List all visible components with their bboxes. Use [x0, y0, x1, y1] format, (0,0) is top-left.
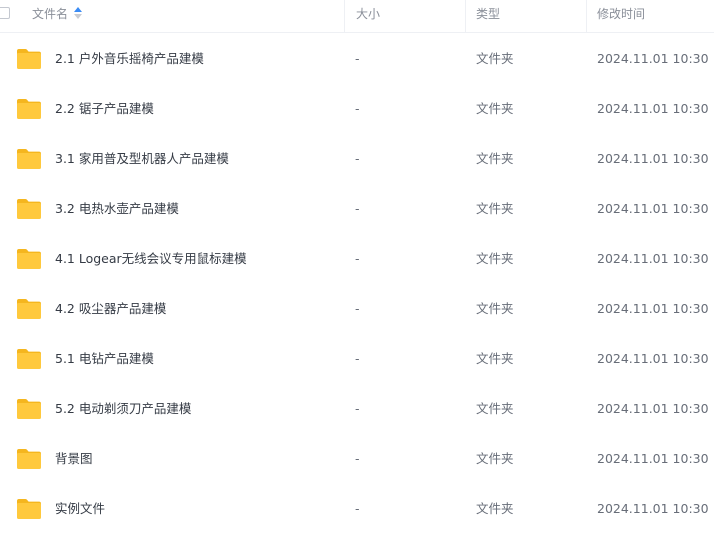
column-header-size[interactable]: 大小 — [356, 0, 380, 32]
column-header-name-label: 文件名 — [32, 7, 69, 21]
file-row[interactable]: 3.1 家用普及型机器人产品建模 - 文件夹 2024.11.01 10:30 — [0, 134, 714, 184]
file-row[interactable]: 3.2 电热水壶产品建模 - 文件夹 2024.11.01 10:30 — [0, 184, 714, 234]
file-name[interactable]: 背景图 — [55, 434, 93, 484]
file-row[interactable]: 2.1 户外音乐摇椅产品建模 - 文件夹 2024.11.01 10:30 — [0, 34, 714, 84]
file-name[interactable]: 3.1 家用普及型机器人产品建模 — [55, 134, 229, 184]
file-modified: 2024.11.01 10:30 — [597, 451, 709, 466]
file-type: 文件夹 — [476, 201, 514, 216]
file-name[interactable]: 5.2 电动剃须刀产品建模 — [55, 384, 191, 434]
file-row[interactable]: 4.2 吸尘器产品建模 - 文件夹 2024.11.01 10:30 — [0, 284, 714, 334]
file-name[interactable]: 2.2 锯子产品建模 — [55, 84, 154, 134]
file-modified: 2024.11.01 10:30 — [597, 201, 709, 216]
file-size: - — [355, 51, 360, 66]
file-modified: 2024.11.01 10:30 — [597, 151, 709, 166]
file-type: 文件夹 — [476, 451, 514, 466]
folder-icon — [17, 299, 41, 319]
file-rows: 2.1 户外音乐摇椅产品建模 - 文件夹 2024.11.01 10:30 2.… — [0, 34, 714, 534]
file-size: - — [355, 151, 360, 166]
file-name[interactable]: 4.2 吸尘器产品建模 — [55, 284, 166, 334]
file-size: - — [355, 401, 360, 416]
file-row[interactable]: 实例文件 - 文件夹 2024.11.01 10:30 — [0, 484, 714, 534]
folder-icon — [17, 499, 41, 519]
column-header-type[interactable]: 类型 — [476, 0, 500, 32]
folder-icon — [17, 49, 41, 69]
file-name[interactable]: 4.1 Logear无线会议专用鼠标建模 — [55, 234, 247, 284]
file-modified: 2024.11.01 10:30 — [597, 351, 709, 366]
file-size: - — [355, 451, 360, 466]
folder-icon — [17, 449, 41, 469]
folder-icon — [17, 249, 41, 269]
file-type: 文件夹 — [476, 101, 514, 116]
file-modified: 2024.11.01 10:30 — [597, 101, 709, 116]
file-row[interactable]: 背景图 - 文件夹 2024.11.01 10:30 — [0, 434, 714, 484]
file-type: 文件夹 — [476, 51, 514, 66]
folder-icon — [17, 199, 41, 219]
folder-icon — [17, 99, 41, 119]
file-list: 文件名 大小 类型 修改时间 2.1 户外音乐摇椅产品建模 - 文件夹 2024… — [0, 0, 714, 539]
select-all-checkbox[interactable] — [0, 7, 10, 19]
file-type: 文件夹 — [476, 351, 514, 366]
file-modified: 2024.11.01 10:30 — [597, 251, 709, 266]
column-header-modified[interactable]: 修改时间 — [597, 0, 645, 32]
folder-icon — [17, 349, 41, 369]
column-divider — [344, 0, 345, 32]
file-row[interactable]: 2.2 锯子产品建模 - 文件夹 2024.11.01 10:30 — [0, 84, 714, 134]
column-header-name[interactable]: 文件名 — [32, 0, 83, 32]
file-row[interactable]: 5.1 电钻产品建模 - 文件夹 2024.11.01 10:30 — [0, 334, 714, 384]
file-list-header: 文件名 大小 类型 修改时间 — [0, 0, 714, 33]
column-divider — [465, 0, 466, 32]
file-size: - — [355, 251, 360, 266]
file-name[interactable]: 3.2 电热水壶产品建模 — [55, 184, 179, 234]
file-type: 文件夹 — [476, 151, 514, 166]
file-modified: 2024.11.01 10:30 — [597, 301, 709, 316]
file-modified: 2024.11.01 10:30 — [597, 501, 709, 516]
file-size: - — [355, 501, 360, 516]
column-divider — [586, 0, 587, 32]
file-type: 文件夹 — [476, 401, 514, 416]
file-name[interactable]: 5.1 电钻产品建模 — [55, 334, 154, 384]
file-modified: 2024.11.01 10:30 — [597, 401, 709, 416]
sort-arrows-icon[interactable] — [74, 7, 83, 19]
file-type: 文件夹 — [476, 501, 514, 516]
file-size: - — [355, 351, 360, 366]
folder-icon — [17, 399, 41, 419]
file-name[interactable]: 2.1 户外音乐摇椅产品建模 — [55, 34, 204, 84]
file-name[interactable]: 实例文件 — [55, 484, 105, 534]
file-modified: 2024.11.01 10:30 — [597, 51, 709, 66]
file-row[interactable]: 5.2 电动剃须刀产品建模 - 文件夹 2024.11.01 10:30 — [0, 384, 714, 434]
file-type: 文件夹 — [476, 251, 514, 266]
file-size: - — [355, 201, 360, 216]
folder-icon — [17, 149, 41, 169]
file-size: - — [355, 301, 360, 316]
file-type: 文件夹 — [476, 301, 514, 316]
file-row[interactable]: 4.1 Logear无线会议专用鼠标建模 - 文件夹 2024.11.01 10… — [0, 234, 714, 284]
file-size: - — [355, 101, 360, 116]
